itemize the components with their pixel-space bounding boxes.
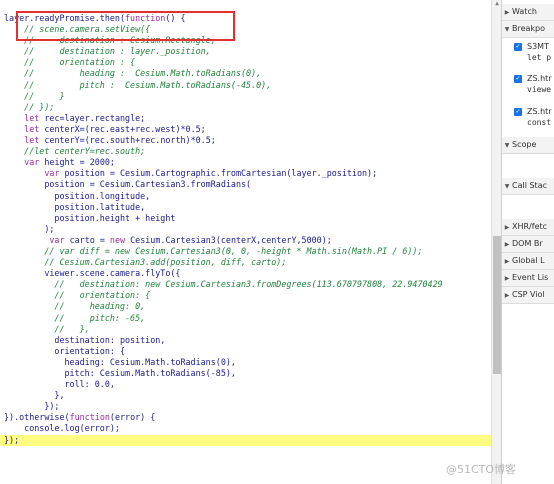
- pane-watch[interactable]: ▶ Watch: [502, 4, 554, 21]
- pane-scope-label: Scope: [512, 140, 537, 149]
- pane-dom-breakpoints[interactable]: ▶ DOM Br: [502, 236, 554, 253]
- pane-csp-violations[interactable]: ▶ CSP Viol: [502, 287, 554, 304]
- code-editor[interactable]: layer.readyPromise.then(function() { // …: [0, 0, 491, 484]
- code-line: // pitch : Cesium.Math.toRadians(-45.0),: [4, 79, 272, 90]
- debugger-sidebar: ▶ Watch ▼ Breakpo ✓ S3MT let p ✓ ZS.htr vi…: [501, 0, 554, 484]
- breakpoint-code: const: [527, 118, 552, 127]
- code-line: // },: [4, 323, 90, 334]
- pane-breakpoints[interactable]: ▼ Breakpo: [502, 21, 554, 38]
- scrollbar-thumb[interactable]: [493, 236, 501, 374]
- code-line: // destination: new Cesium.Cartesian3.fr…: [4, 279, 443, 290]
- code-line: let centerX=(rec.east+rec.west)*0.5;: [24, 123, 206, 134]
- chevron-right-icon: ▶: [504, 9, 510, 16]
- pane-scope-body: [502, 154, 554, 178]
- breakpoint-code: viewe: [527, 85, 552, 94]
- pane-watch-label: Watch: [512, 7, 537, 16]
- breakpoint-file: S3MT: [527, 42, 549, 51]
- code-line: // pitch: -65,: [4, 312, 146, 323]
- code-line: let rec=layer.rectangle;: [24, 112, 146, 123]
- code-line: var position = Cesium.Cartographic.fromC…: [44, 168, 378, 179]
- pane-global-listeners[interactable]: ▶ Global L: [502, 253, 554, 270]
- code-line: heading: Cesium.Math.toRadians(0),: [4, 356, 236, 367]
- pane-call-stack-body: [502, 195, 554, 219]
- code-line: // var diff = new Cesium.Cartesian3(0, 0…: [4, 245, 423, 256]
- pane-xhr-breakpoints[interactable]: ▶ XHR/fetc: [502, 219, 554, 236]
- breakpoint-checkbox[interactable]: ✓: [514, 43, 522, 51]
- breakpoint-code: let p: [527, 53, 552, 62]
- pane-event-listeners[interactable]: ▶ Event Lis: [502, 270, 554, 287]
- code-line: orientation: {: [4, 345, 126, 356]
- breakpoint-item[interactable]: ✓ S3MT let p: [502, 41, 554, 67]
- breakpoint-file: ZS.htr: [527, 107, 552, 116]
- pane-event-label: Event Lis: [512, 273, 549, 282]
- breakpoint-checkbox[interactable]: ✓: [514, 75, 522, 83]
- code-line: destination: position,: [4, 334, 166, 345]
- code-line: console.log(error);: [4, 423, 120, 434]
- code-line: }).otherwise(function(error) {: [4, 412, 156, 423]
- chevron-down-icon: ▼: [504, 183, 510, 190]
- code-line: // Cesium.Cartesian3.add(position, diff,…: [4, 257, 287, 268]
- pane-xhr-label: XHR/fetc: [512, 222, 548, 231]
- breakpoint-checkbox[interactable]: ✓: [514, 108, 522, 116]
- code-line: pitch: Cesium.Math.toRadians(-85),: [4, 368, 236, 378]
- code-line: // destination : layer._position,: [4, 46, 211, 57]
- code-line: // orientation: {: [4, 290, 151, 301]
- chevron-down-icon: ▼: [504, 26, 510, 33]
- chevron-right-icon: ▶: [504, 241, 510, 248]
- code-line: position = Cesium.Cartesian3.fromRadians…: [4, 179, 252, 190]
- code-line: },: [4, 390, 65, 401]
- code-line: roll: 0.0,: [4, 379, 115, 390]
- chevron-down-icon: ▼: [504, 142, 510, 149]
- pane-breakpoints-label: Breakpo: [512, 24, 546, 33]
- breakpoint-item[interactable]: ✓ ZS.htr viewe: [502, 73, 554, 99]
- pane-call-stack[interactable]: ▼ Call Stac: [502, 178, 554, 195]
- code-line: viewer.scene.camera.flyTo({: [4, 268, 181, 279]
- code-line: position.longitude,: [4, 190, 151, 201]
- breakpoint-item[interactable]: ✓ ZS.htr const: [502, 106, 554, 132]
- code-line: // orientation : {: [4, 57, 136, 68]
- pane-global-label: Global L: [512, 256, 545, 265]
- code-line: position.height + height: [4, 212, 176, 223]
- watermark: @51CTO博客: [446, 463, 517, 476]
- chevron-right-icon: ▶: [504, 292, 510, 299]
- pane-call-stack-label: Call Stac: [512, 181, 547, 190]
- pane-scope[interactable]: ▼ Scope: [502, 137, 554, 154]
- code-line: var carto = new Cesium.Cartesian3(center…: [49, 234, 332, 245]
- code-line: let centerY=(rec.south+rec.north)*0.5;: [24, 135, 216, 146]
- code-line: // heading: 0,: [4, 301, 146, 312]
- annotation-highlight-box: [16, 11, 235, 41]
- code-lines: layer.readyPromise.then(function() { // …: [0, 13, 491, 446]
- code-line: });: [0, 434, 491, 446]
- code-line: //let centerY=rec.south;: [4, 146, 146, 157]
- code-line: );: [4, 223, 55, 234]
- pane-dom-label: DOM Br: [512, 239, 543, 248]
- code-line: });: [4, 401, 60, 412]
- code-line: position.latitude,: [4, 201, 146, 212]
- chevron-right-icon: ▶: [504, 224, 510, 231]
- breakpoint-file: ZS.htr: [527, 74, 552, 83]
- code-line: // heading : Cesium.Math.toRadians(0),: [4, 68, 262, 79]
- code-line: // });: [4, 101, 55, 112]
- code-line: var height = 2000;: [24, 157, 115, 168]
- chevron-right-icon: ▶: [504, 275, 510, 282]
- chevron-right-icon: ▶: [504, 258, 510, 265]
- pane-csp-label: CSP Viol: [512, 290, 545, 299]
- code-line: // }: [4, 90, 65, 101]
